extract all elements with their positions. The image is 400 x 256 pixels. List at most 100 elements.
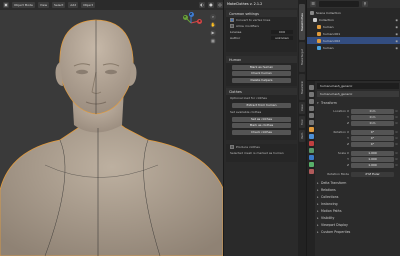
location-z-field[interactable]: 0 m: [351, 120, 394, 126]
view-layer-tab-icon[interactable]: [308, 106, 314, 111]
clothes-title[interactable]: Clothes: [226, 88, 297, 95]
lock-icon[interactable]: ⊙: [394, 115, 399, 119]
gizmo-z-icon[interactable]: Z: [188, 12, 194, 17]
tab-makeclothes[interactable]: MakeClothes: [299, 4, 305, 40]
lock-icon[interactable]: ⊙: [394, 163, 399, 167]
outliner-row[interactable]: Scene Collection: [307, 9, 400, 16]
transform-header[interactable]: ▾ Transform: [317, 100, 399, 106]
delta-transform-header[interactable]: ▸ Delta Transform: [317, 180, 399, 186]
rotation-y-field[interactable]: 0°: [351, 135, 394, 141]
shading-solid-icon[interactable]: ●: [208, 2, 214, 8]
license-field[interactable]: CC0: [271, 30, 293, 34]
gizmo-x-icon[interactable]: X: [197, 18, 202, 24]
rotation-x-field[interactable]: 0°: [351, 129, 394, 135]
set-as-clothes-button[interactable]: Set as clothes: [232, 116, 291, 122]
add-menu[interactable]: Add: [68, 2, 79, 8]
outliner-row[interactable]: human ◉: [307, 44, 400, 51]
scale-x-field[interactable]: 1.000: [351, 150, 394, 156]
check-clothes-button[interactable]: Check clothes: [232, 129, 291, 135]
lock-icon[interactable]: ⊙: [394, 109, 399, 113]
eye-icon[interactable]: ◉: [395, 46, 398, 50]
modifier-tab-icon[interactable]: [308, 134, 314, 139]
select-menu[interactable]: Select: [52, 2, 66, 8]
output-tab-icon[interactable]: [308, 99, 314, 104]
view-menu[interactable]: View: [37, 2, 50, 8]
scale-z-field[interactable]: 1.000: [351, 162, 394, 168]
camera-icon[interactable]: ▶: [210, 30, 216, 36]
visibility-header[interactable]: ▸ Visibility: [317, 215, 399, 221]
world-tab-icon[interactable]: [308, 120, 314, 125]
custom-properties-header[interactable]: ▸ Custom Properties: [317, 229, 399, 235]
check-human-button[interactable]: Check human: [232, 71, 291, 76]
outliner-search-input[interactable]: [319, 1, 359, 7]
scene-tab-icon[interactable]: [308, 113, 314, 118]
human-title[interactable]: Human: [226, 56, 297, 63]
eye-icon[interactable]: ◉: [395, 18, 398, 22]
axis-y-label: Y: [347, 136, 349, 140]
relations-header[interactable]: ▸ Relations: [317, 187, 399, 193]
viewport-display-header[interactable]: ▸ Viewport Display: [317, 222, 399, 228]
render-tab-icon[interactable]: [308, 92, 314, 97]
author-field[interactable]: unknown: [271, 36, 293, 40]
location-x-field[interactable]: 0 m: [351, 108, 394, 114]
lock-icon[interactable]: ⊙: [394, 121, 399, 125]
allow-checkbox[interactable]: [230, 24, 234, 28]
tab-view[interactable]: View: [299, 102, 305, 114]
grid-icon[interactable]: ▦: [210, 38, 216, 44]
rotation-mode-select[interactable]: XYZ Euler: [351, 171, 394, 177]
delete-helpers-button[interactable]: Delete helpers: [232, 77, 291, 83]
lock-icon[interactable]: ⊙: [394, 151, 399, 155]
collection-icon: [313, 17, 317, 22]
rotation-label: Rotation X: [333, 130, 349, 134]
object-name-field[interactable]: human.mesh_generic: [317, 83, 399, 89]
physics-tab-icon[interactable]: [308, 148, 314, 153]
tab-item[interactable]: Item: [299, 130, 305, 142]
tab-tool[interactable]: Tool: [299, 116, 305, 128]
collections-header[interactable]: ▸ Collections: [317, 194, 399, 200]
outliner-row-label: Scene Collection: [316, 10, 341, 15]
extract-from-human-button[interactable]: Extract from human: [232, 102, 291, 108]
tool-tab-icon[interactable]: [308, 85, 314, 90]
outliner-row[interactable]: Collection ◉: [307, 16, 400, 23]
tab-makeskin[interactable]: MakeSkin: [299, 74, 305, 100]
material-tab-icon[interactable]: [308, 169, 314, 174]
eye-icon[interactable]: ◉: [395, 32, 398, 36]
data-tab-icon[interactable]: [308, 162, 314, 167]
zoom-icon[interactable]: ⌕: [210, 14, 216, 20]
3d-viewport[interactable]: ▣ Object Mode View Select Add Object ◐ ●…: [0, 0, 223, 256]
lock-icon[interactable]: ⊙: [394, 157, 399, 161]
filter-icon[interactable]: ⚲: [362, 1, 368, 7]
navigation-gizmo[interactable]: X Y Z: [180, 12, 202, 34]
mark-as-human-button[interactable]: Mark as human: [232, 64, 291, 70]
outliner-row[interactable]: human:001 ◉: [307, 30, 400, 37]
overlay-icon[interactable]: ◐: [199, 2, 205, 8]
produce-checkbox[interactable]: [230, 145, 234, 149]
lock-icon[interactable]: ⊙: [394, 142, 399, 146]
mode-selector[interactable]: Object Mode: [12, 2, 35, 8]
mark-as-clothes-button[interactable]: Mark as clothes: [232, 123, 291, 128]
pan-hand-icon[interactable]: ✋: [210, 22, 216, 28]
eye-icon[interactable]: ◉: [395, 25, 398, 29]
outliner-row[interactable]: human ◉: [307, 23, 400, 30]
scale-y-field[interactable]: 1.000: [351, 156, 394, 162]
location-y-field[interactable]: 0 m: [351, 114, 394, 120]
human-model: [0, 19, 223, 256]
outliner-row-selected[interactable]: human:002 ◉: [307, 37, 400, 44]
object-name-field-2[interactable]: human.mesh_generic: [317, 91, 399, 97]
common-settings-title[interactable]: Common settings: [226, 10, 297, 17]
instancing-header[interactable]: ▸ Instancing: [317, 201, 399, 207]
constraints-tab-icon[interactable]: [308, 155, 314, 160]
gizmo-y-icon[interactable]: Y: [182, 14, 188, 20]
eye-icon[interactable]: ◉: [395, 39, 398, 43]
editor-type-icon[interactable]: ▣: [3, 2, 9, 8]
rotation-z-field[interactable]: 0°: [351, 141, 394, 147]
motion-paths-header[interactable]: ▸ Motion Paths: [317, 208, 399, 214]
object-tab-icon[interactable]: [308, 127, 314, 132]
lock-icon[interactable]: ⊙: [394, 136, 399, 140]
outliner-editor-icon[interactable]: ☰: [310, 1, 316, 7]
convert-checkbox[interactable]: [230, 18, 234, 22]
tab-maketarget[interactable]: MakeTarget: [299, 42, 305, 72]
lock-icon[interactable]: ⊙: [394, 130, 399, 134]
object-menu[interactable]: Object: [81, 2, 95, 8]
particles-tab-icon[interactable]: [308, 141, 314, 146]
